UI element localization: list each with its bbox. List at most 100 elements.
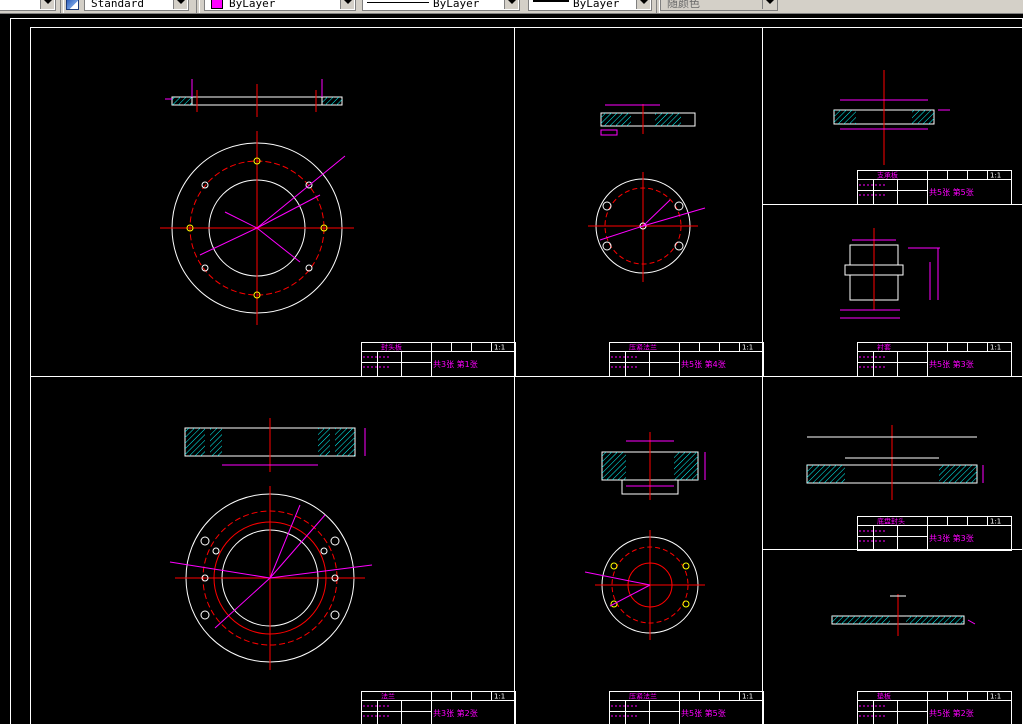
title-block-sheet-count: 共3张 第1张 (433, 359, 478, 369)
dimension-line (256, 227, 301, 263)
bolt-hole (602, 241, 612, 251)
chevron-down-icon[interactable] (762, 0, 776, 9)
dimension-line (256, 155, 346, 229)
title-block-scale: 1:1 (990, 344, 1001, 352)
bolt-hole (200, 610, 210, 620)
title-block-sheet-count: 共5张 第3张 (929, 359, 974, 369)
part-view-sheet-1 (160, 79, 354, 325)
linetype-control-dropdown[interactable]: ByLayer (362, 0, 520, 11)
dimension-leaders (169, 504, 373, 629)
sheet-frame-4 (762, 204, 1023, 377)
properties-toolbar: Standard ByLayer ByLayer ByLayer 随颜色 (0, 0, 1023, 14)
linetype-scale-dropdown[interactable] (0, 0, 56, 11)
dimension-line (599, 225, 644, 241)
section-hatch (834, 110, 856, 124)
chevron-down-icon[interactable] (40, 0, 54, 9)
dimension-text-box (600, 129, 618, 136)
bolt-hole (682, 600, 690, 608)
section-hatch (912, 110, 934, 124)
dimension-line (256, 194, 321, 229)
dimension-line (169, 561, 271, 579)
title-block-part-name: 底盘封头 (877, 517, 905, 526)
dimension-line (967, 619, 976, 625)
cad-drawing[interactable]: 封头板 1:1共3张 第1张压紧法兰 1:1共5张 第4张支承板 1:1共5张 第5张… (0, 14, 1023, 724)
dimension-line (214, 577, 271, 629)
dimension-line (609, 584, 651, 607)
bolt-hole (610, 562, 618, 570)
sheet-frame-2 (514, 27, 763, 377)
sheet-frame-6 (514, 376, 763, 724)
title-block-part-name: 支承板 (877, 171, 898, 180)
bolt-hole (674, 201, 684, 211)
text-style-icon[interactable] (66, 0, 79, 10)
section-hatch (335, 428, 355, 456)
plot-style-value: 随颜色 (667, 0, 700, 10)
part-view-sheet-5 (169, 418, 373, 670)
dimension-leaders (584, 571, 651, 607)
color-swatch-icon (211, 0, 223, 9)
section-hatch (655, 113, 681, 126)
lineweight-control-dropdown[interactable]: ByLayer (528, 0, 652, 11)
section-hatch (318, 428, 330, 456)
bolt-hole (330, 610, 340, 620)
drawing-canvas[interactable]: 封头板 1:1 共3张 第1张 压紧法兰 1:1 共5张 第4张 支承板 1:1 共5张 第5张… (0, 14, 1023, 724)
linetype-preview-icon (367, 2, 429, 3)
title-block-part-name: 压紧法兰 (629, 692, 657, 701)
part-view-sheet-4 (840, 228, 940, 319)
title-block-part-name: 压紧法兰 (629, 343, 657, 352)
text-style-dropdown[interactable]: Standard (84, 0, 189, 11)
bolt-hole (674, 241, 684, 251)
part-view-sheet-2 (588, 104, 706, 282)
title-block-scale: 1:1 (494, 344, 505, 352)
section-hatch (807, 465, 845, 483)
dimension-line (199, 227, 258, 256)
section-hatch (906, 616, 964, 624)
title-block-scale: 1:1 (990, 172, 1001, 180)
dimension-line (269, 564, 373, 579)
text-style-value: Standard (91, 0, 144, 10)
title-block-scale: 1:1 (990, 693, 1001, 701)
chevron-down-icon[interactable] (340, 0, 354, 9)
section-hatch (210, 428, 222, 456)
color-control-dropdown[interactable]: ByLayer (204, 0, 356, 11)
bolt-hole (200, 536, 210, 546)
title-block-sheet-count: 共3张 第2张 (433, 708, 478, 718)
chevron-down-icon[interactable] (173, 0, 187, 9)
sheet-frame-5 (30, 376, 515, 724)
lineweight-control-value: ByLayer (573, 0, 620, 10)
color-control-value: ByLayer (229, 0, 276, 10)
title-block-sheet-count: 共5张 第5张 (681, 708, 726, 718)
title-block-sheet-count: 共3张 第3张 (929, 533, 974, 543)
lineweight-preview-icon (533, 0, 569, 2)
title-blocks: 封头板 1:1共3张 第1张压紧法兰 1:1共5张 第4张支承板 1:1共5张 第5张… (361, 170, 1012, 724)
part-view-sheet-3 (833, 70, 950, 165)
dimension-line (269, 504, 301, 579)
title-block-scale: 1:1 (990, 518, 1001, 526)
chevron-down-icon[interactable] (636, 0, 650, 9)
dimension-line (584, 571, 651, 586)
bolt-hole (602, 201, 612, 211)
title-block-part-name: 垫板 (877, 692, 891, 701)
chevron-down-icon[interactable] (504, 0, 518, 9)
toolbar-separator (60, 0, 64, 13)
plot-style-dropdown[interactable]: 随颜色 (660, 0, 778, 11)
title-block-part-name: 衬套 (877, 343, 891, 352)
title-block-part-name: 封头板 (381, 343, 402, 352)
bolt-hole (212, 547, 220, 555)
title-block-sheet-count: 共5张 第4张 (681, 359, 726, 369)
dimension-line (224, 211, 258, 229)
section-hatch (602, 452, 626, 480)
linetype-control-value: ByLayer (433, 0, 480, 10)
title-block-part-name: 法兰 (381, 692, 395, 701)
dimension-leaders (199, 155, 346, 263)
sheet-frame-1 (30, 27, 515, 377)
title-block-sheet-count: 共5张 第5张 (929, 187, 974, 197)
section-hatch (322, 97, 342, 105)
title-block-sheet-count: 共5张 第2张 (929, 708, 974, 718)
bolt-hole (320, 547, 328, 555)
section-hatch (601, 113, 631, 126)
bolt-hole (330, 536, 340, 546)
section-hatch (185, 428, 205, 456)
toolbar-separator (196, 0, 200, 13)
part-view-sheet-7 (806, 425, 984, 500)
